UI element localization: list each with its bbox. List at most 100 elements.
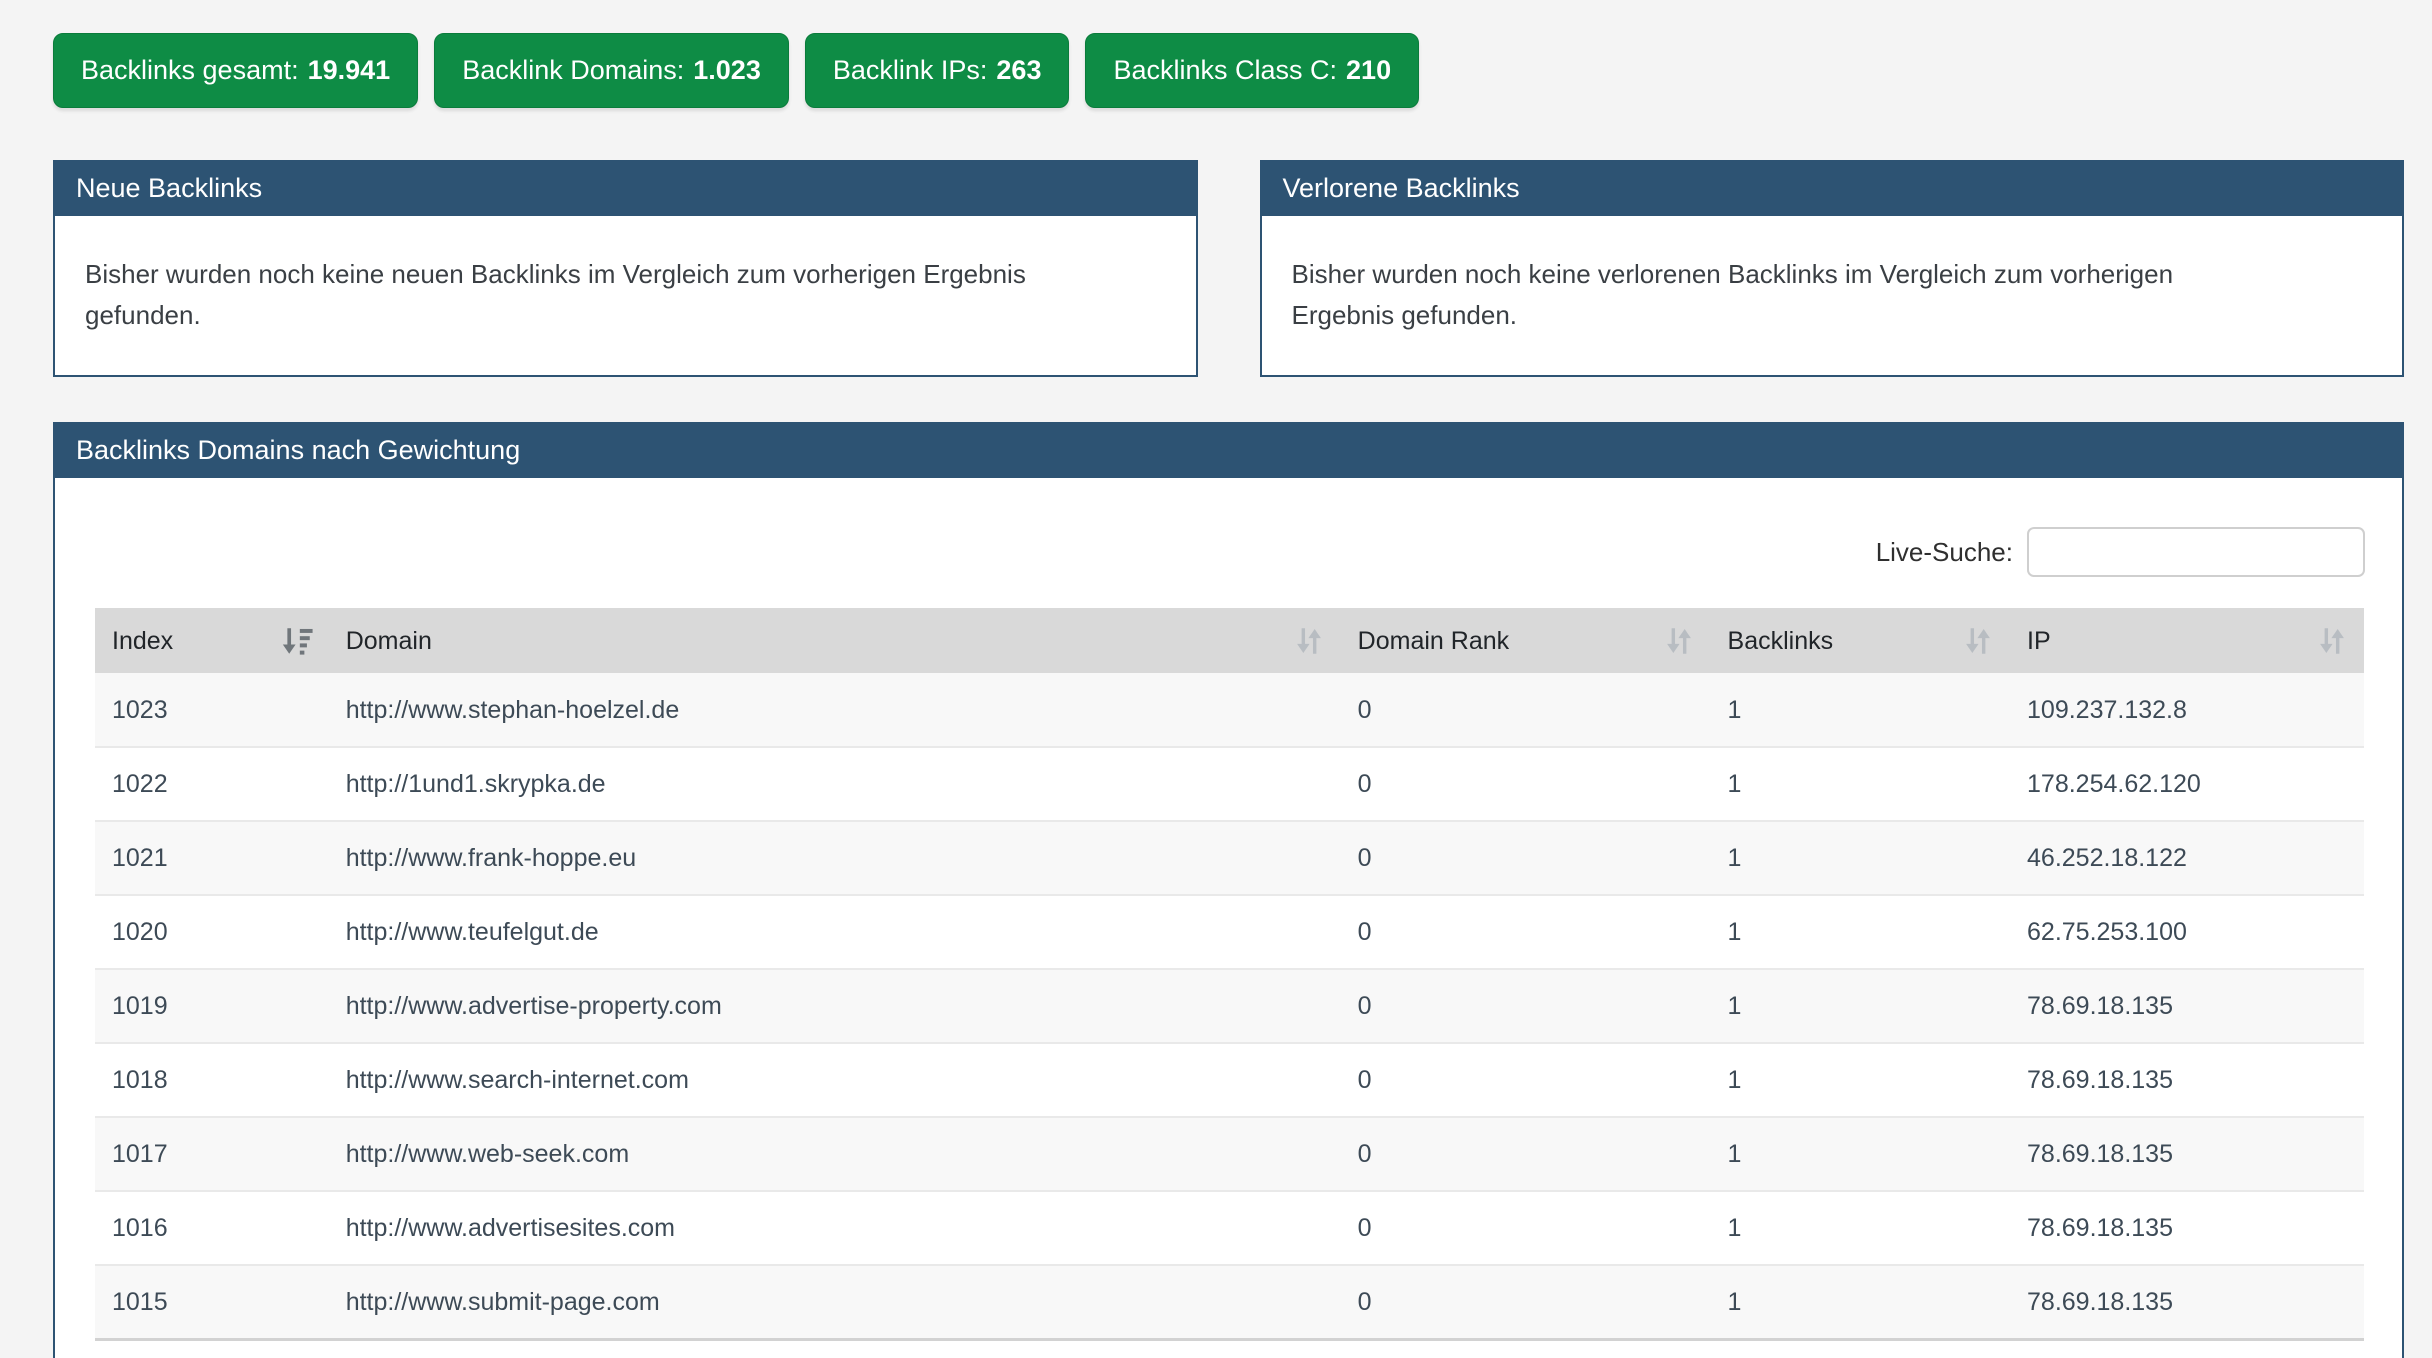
backlinks-dashboard: Backlinks gesamt: 19.941 Backlink Domain… (0, 0, 2432, 1358)
stats-badge-row: Backlinks gesamt: 19.941 Backlink Domain… (53, 33, 2404, 108)
sort-both-icon[interactable] (2315, 623, 2349, 659)
new-backlinks-message: Bisher wurden noch keine neuen Backlinks… (85, 254, 1035, 335)
backlinks-cell: 1 (1711, 1043, 2011, 1117)
backlinks-cell: 1 (1711, 747, 2011, 821)
domain-rank-cell: 0 (1341, 1043, 1711, 1117)
table-row: 1017 http://www.web-seek.com 0 1 78.69.1… (95, 1117, 2364, 1191)
new-backlinks-panel: Neue Backlinks Bisher wurden noch keine … (53, 160, 1198, 377)
index-cell: 1016 (95, 1191, 329, 1265)
backlinks-cell: 1 (1711, 969, 2011, 1043)
stat-badge-backlinks-class-c: Backlinks Class C: 210 (1085, 33, 1419, 108)
table-row: 1022 http://1und1.skrypka.de 0 1 178.254… (95, 747, 2364, 821)
col-header-index[interactable]: Index (95, 608, 329, 673)
backlinks-cell: 1 (1711, 895, 2011, 969)
col-label-domain: Domain (346, 622, 432, 661)
lost-backlinks-panel: Verlorene Backlinks Bisher wurden noch k… (1260, 160, 2405, 377)
domain-rank-cell: 0 (1341, 969, 1711, 1043)
stat-badge-backlink-domains: Backlink Domains: 1.023 (434, 33, 789, 108)
table-header-row: Index (95, 608, 2364, 673)
table-row: 1018 http://www.search-internet.com 0 1 … (95, 1043, 2364, 1117)
stat-badge-backlink-ips: Backlink IPs: 263 (805, 33, 1070, 108)
sort-both-icon[interactable] (1292, 623, 1326, 659)
index-cell: 1019 (95, 969, 329, 1043)
index-cell: 1018 (95, 1043, 329, 1117)
col-label-domain-rank: Domain Rank (1358, 622, 1509, 661)
live-search-label: Live-Suche: (1876, 532, 2013, 572)
col-label-index: Index (112, 622, 173, 661)
table-row: 1020 http://www.teufelgut.de 0 1 62.75.2… (95, 895, 2364, 969)
domain-link[interactable]: http://www.submit-page.com (329, 1265, 1341, 1339)
backlinks-cell: 1 (1711, 1117, 2011, 1191)
live-search-row: Live-Suche: (93, 527, 2365, 577)
stat-value: 210 (1346, 55, 1391, 86)
table-row: 1015 http://www.submit-page.com 0 1 78.6… (95, 1265, 2364, 1339)
index-cell: 1023 (95, 673, 329, 747)
stat-badge-backlinks-total: Backlinks gesamt: 19.941 (53, 33, 418, 108)
domain-rank-cell: 0 (1341, 821, 1711, 895)
domain-rank-cell: 0 (1341, 673, 1711, 747)
backlinks-cell: 1 (1711, 673, 2011, 747)
info-panels-row: Neue Backlinks Bisher wurden noch keine … (53, 160, 2404, 377)
panel-title: Neue Backlinks (55, 162, 1196, 216)
domain-link[interactable]: http://1und1.skrypka.de (329, 747, 1341, 821)
backlink-domains-panel: Backlinks Domains nach Gewichtung Live-S… (53, 422, 2404, 1358)
table-row: 1023 http://www.stephan-hoelzel.de 0 1 1… (95, 673, 2364, 747)
backlinks-cell: 1 (1711, 821, 2011, 895)
ip-cell: 78.69.18.135 (2010, 1043, 2364, 1117)
domain-link[interactable]: http://www.web-seek.com (329, 1117, 1341, 1191)
domain-link[interactable]: http://www.frank-hoppe.eu (329, 821, 1341, 895)
domain-link[interactable]: http://www.search-internet.com (329, 1043, 1341, 1117)
table-row: 1016 http://www.advertisesites.com 0 1 7… (95, 1191, 2364, 1265)
backlinks-table-body: 1023 http://www.stephan-hoelzel.de 0 1 1… (95, 673, 2364, 1357)
panel-body: Bisher wurden noch keine neuen Backlinks… (55, 216, 1196, 375)
stat-label: Backlink IPs: (833, 55, 988, 86)
backlinks-table: Index (95, 608, 2364, 1357)
partial-next-row (95, 1339, 2364, 1357)
stat-label: Backlinks gesamt: (81, 55, 299, 86)
index-cell: 1021 (95, 821, 329, 895)
panel-body: Live-Suche: Index (55, 478, 2402, 1357)
ip-cell: 78.69.18.135 (2010, 1117, 2364, 1191)
panel-title: Backlinks Domains nach Gewichtung (55, 424, 2402, 478)
domain-rank-cell: 0 (1341, 747, 1711, 821)
sort-both-icon[interactable] (1662, 623, 1696, 659)
stat-value: 263 (996, 55, 1041, 86)
stat-label: Backlink Domains: (462, 55, 684, 86)
backlinks-cell: 1 (1711, 1265, 2011, 1339)
panel-title: Verlorene Backlinks (1262, 162, 2403, 216)
table-row: 1019 http://www.advertise-property.com 0… (95, 969, 2364, 1043)
col-header-domain[interactable]: Domain (329, 608, 1341, 673)
ip-cell: 109.237.132.8 (2010, 673, 2364, 747)
domain-rank-cell: 0 (1341, 1191, 1711, 1265)
domain-rank-cell: 0 (1341, 1117, 1711, 1191)
col-header-ip[interactable]: IP (2010, 608, 2364, 673)
index-cell: 1020 (95, 895, 329, 969)
stat-label: Backlinks Class C: (1113, 55, 1337, 86)
panel-body: Bisher wurden noch keine verlorenen Back… (1262, 216, 2403, 375)
sort-amount-desc-icon[interactable] (280, 623, 314, 659)
col-header-domain-rank[interactable]: Domain Rank (1341, 608, 1711, 673)
domain-link[interactable]: http://www.advertisesites.com (329, 1191, 1341, 1265)
ip-cell: 178.254.62.120 (2010, 747, 2364, 821)
index-cell: 1017 (95, 1117, 329, 1191)
backlinks-cell: 1 (1711, 1191, 2011, 1265)
domain-rank-cell: 0 (1341, 1265, 1711, 1339)
live-search-input[interactable] (2027, 527, 2365, 577)
stat-value: 19.941 (308, 55, 391, 86)
index-cell: 1015 (95, 1265, 329, 1339)
ip-cell: 78.69.18.135 (2010, 1265, 2364, 1339)
index-cell: 1022 (95, 747, 329, 821)
col-label-backlinks: Backlinks (1728, 622, 1834, 661)
ip-cell: 78.69.18.135 (2010, 969, 2364, 1043)
domain-link[interactable]: http://www.advertise-property.com (329, 969, 1341, 1043)
col-header-backlinks[interactable]: Backlinks (1711, 608, 2011, 673)
domain-link[interactable]: http://www.stephan-hoelzel.de (329, 673, 1341, 747)
domain-link[interactable]: http://www.teufelgut.de (329, 895, 1341, 969)
col-label-ip: IP (2027, 622, 2051, 661)
table-row: 1021 http://www.frank-hoppe.eu 0 1 46.25… (95, 821, 2364, 895)
sort-both-icon[interactable] (1961, 623, 1995, 659)
domain-rank-cell: 0 (1341, 895, 1711, 969)
lost-backlinks-message: Bisher wurden noch keine verlorenen Back… (1292, 254, 2242, 335)
ip-cell: 62.75.253.100 (2010, 895, 2364, 969)
ip-cell: 46.252.18.122 (2010, 821, 2364, 895)
